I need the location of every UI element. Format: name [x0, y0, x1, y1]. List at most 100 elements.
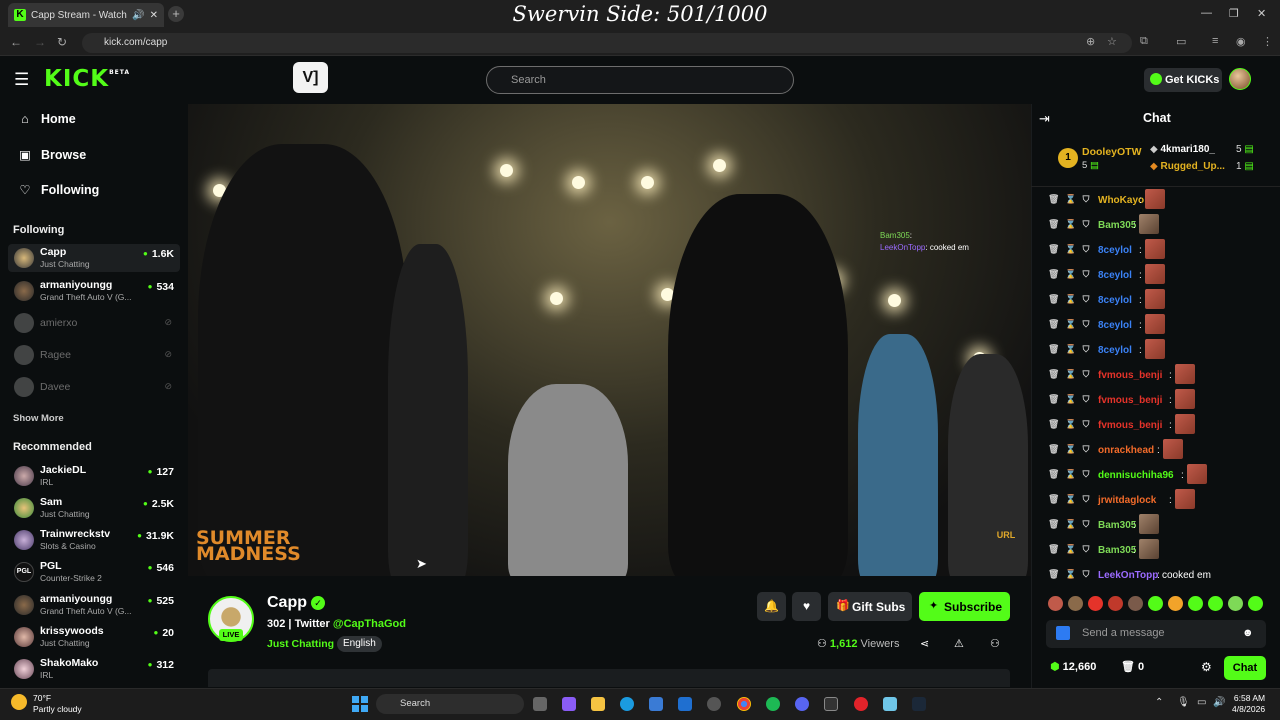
microphone-icon[interactable]: 🎙 [1177, 697, 1190, 708]
show-more-link[interactable]: Show More [13, 413, 64, 424]
moderation-icons[interactable]: 🗑⌛⛉ [1048, 544, 1095, 555]
quick-emote[interactable] [1188, 596, 1203, 611]
chat-username[interactable]: Bam305 [1098, 520, 1136, 531]
cast-icon[interactable]: ▭ [1176, 35, 1186, 48]
quick-emote[interactable] [1148, 596, 1163, 611]
tab-close-icon[interactable]: ✕ [150, 10, 158, 21]
kick-logo[interactable]: KICKBETA [44, 66, 130, 92]
media-icon[interactable]: ≡ [1212, 35, 1218, 47]
quick-emote[interactable] [1088, 596, 1103, 611]
emoji-picker-icon[interactable]: ☻ [1242, 627, 1254, 639]
bookmark-star-icon[interactable]: ☆ [1107, 35, 1117, 48]
share-icon[interactable]: ⋖ [920, 637, 929, 650]
language-tag[interactable]: English [337, 636, 382, 652]
leader-3-name[interactable]: ◆ Rugged_Up... [1150, 161, 1225, 172]
profile-icon[interactable]: ◉ [1236, 35, 1246, 48]
tray-overflow-icon[interactable]: ⌃ [1155, 697, 1163, 708]
sidebar-channel-sam[interactable]: Sam Just Chatting 2.5K [8, 494, 180, 522]
sidebar-channel-ragee[interactable]: Ragee ⊘ [8, 341, 180, 369]
chat-emote[interactable] [1145, 314, 1165, 334]
moderation-icons[interactable]: 🗑⌛⛉ [1048, 369, 1095, 380]
maximize-icon[interactable]: ❐ [1229, 7, 1239, 20]
chat-username[interactable]: WhoKayo [1098, 195, 1144, 206]
chat-settings-gear-icon[interactable]: ⚙ [1201, 660, 1212, 674]
chat-username[interactable]: 8ceylol [1098, 295, 1132, 306]
start-button[interactable] [352, 696, 368, 712]
sidebar-channel-shakomako[interactable]: ShakoMako IRL 312 [8, 655, 180, 683]
new-tab-button[interactable]: + [168, 6, 184, 22]
tab-audio-icon[interactable]: 🔊 [132, 10, 144, 21]
forward-icon[interactable]: → [34, 35, 46, 49]
chrome-icon[interactable] [737, 697, 751, 711]
leader-1-name[interactable]: DooleyOTW [1082, 146, 1142, 158]
quick-emote[interactable] [1068, 596, 1083, 611]
sidebar-channel-amierxo[interactable]: amierxo ⊘ [8, 309, 180, 337]
add-user-icon[interactable]: ⚇ [990, 637, 1000, 650]
opera-icon[interactable] [854, 697, 868, 711]
chat-emote[interactable] [1145, 289, 1165, 309]
chat-emote[interactable] [1175, 414, 1195, 434]
quick-emote[interactable] [1208, 596, 1223, 611]
sidebar-channel-krissywoods[interactable]: krissywoods Just Chatting 20 [8, 623, 180, 651]
chat-username[interactable]: 8ceylol [1098, 245, 1132, 256]
volume-icon[interactable]: 🔊 [1213, 697, 1225, 708]
sidebar-channel-trainwreckstv[interactable]: Trainwreckstv Slots & Casino 31.9K [8, 526, 180, 554]
outlook-icon[interactable] [678, 697, 692, 711]
category-link[interactable]: Just Chatting [267, 638, 334, 650]
minimize-icon[interactable]: — [1201, 7, 1212, 19]
chat-username[interactable]: fvmous_benji [1098, 420, 1162, 431]
chat-username[interactable]: fvmous_benji [1098, 395, 1162, 406]
settings-app-icon[interactable] [707, 697, 721, 711]
collapse-chat-icon[interactable]: ⇥ [1039, 111, 1050, 127]
sidebar-channel-armaniyoungg[interactable]: armaniyoungg Grand Theft Auto V (G... 53… [8, 277, 180, 305]
quick-emote[interactable] [1128, 596, 1143, 611]
chat-username[interactable]: dennisuchiha96 [1098, 470, 1174, 481]
reload-icon[interactable]: ↻ [57, 35, 67, 49]
url-field[interactable]: kick.com/capp [82, 33, 1132, 53]
chat-send-button[interactable]: Chat [1224, 656, 1266, 680]
quick-emote[interactable] [1168, 596, 1183, 611]
moderation-icons[interactable]: 🗑⌛⛉ [1048, 344, 1095, 355]
chat-emote[interactable] [1175, 489, 1195, 509]
moderation-icons[interactable]: 🗑⌛⛉ [1048, 444, 1095, 455]
sidebar-channel-armaniyoungg-rec[interactable]: armaniyoungg Grand Theft Auto V (G... 52… [8, 591, 180, 619]
chat-username[interactable]: 8ceylol [1098, 270, 1132, 281]
edge-icon[interactable] [620, 697, 634, 711]
chat-message-input[interactable]: Send a message [1046, 620, 1266, 648]
moderation-icons[interactable]: 🗑⌛⛉ [1048, 244, 1095, 255]
vod-logo-button[interactable]: V] [293, 62, 328, 93]
chat-emote[interactable] [1145, 239, 1165, 259]
notepad-icon[interactable] [883, 697, 897, 711]
back-icon[interactable]: ← [10, 35, 22, 49]
chat-emote[interactable] [1145, 264, 1165, 284]
chat-username[interactable]: Bam305 [1098, 545, 1136, 556]
task-view-icon[interactable] [533, 697, 547, 711]
follow-heart-button[interactable]: ♥ [792, 592, 821, 621]
close-window-icon[interactable]: ✕ [1257, 7, 1266, 20]
menu-dots-icon[interactable]: ⋮ [1262, 35, 1273, 48]
nav-following[interactable]: ♡ Following [17, 182, 99, 197]
user-avatar[interactable] [1229, 68, 1251, 90]
weather-widget[interactable]: 70°F Partly cloudy [33, 693, 82, 715]
chat-username[interactable]: 8ceylol [1098, 320, 1132, 331]
moderation-icons[interactable]: 🗑⌛⛉ [1048, 469, 1095, 480]
quick-emote[interactable] [1108, 596, 1123, 611]
moderation-icons[interactable]: 🗑⌛⛉ [1048, 319, 1095, 330]
twitter-handle-link[interactable]: @CapThaGod [333, 618, 406, 630]
weather-icon[interactable] [11, 694, 27, 710]
chat-identity-icon[interactable] [1056, 626, 1070, 640]
extensions-icon[interactable]: ⧉ [1140, 35, 1148, 48]
network-icon[interactable]: ▭ [1197, 697, 1206, 708]
moderation-icons[interactable]: 🗑⌛⛉ [1048, 194, 1095, 205]
moderation-icons[interactable]: 🗑⌛⛉ [1048, 419, 1095, 430]
drops-count[interactable]: 🗑 0 [1121, 660, 1144, 673]
discord-icon[interactable] [795, 697, 809, 711]
chat-username[interactable]: LeekOnTopp [1098, 570, 1158, 581]
copilot-icon[interactable] [562, 697, 576, 711]
sidebar-channel-capp[interactable]: Capp Just Chatting 1.6K [8, 244, 180, 272]
chat-emote[interactable] [1175, 389, 1195, 409]
moderation-icons[interactable]: 🗑⌛⛉ [1048, 269, 1095, 280]
chat-emote[interactable] [1175, 364, 1195, 384]
chat-emote[interactable] [1163, 439, 1183, 459]
quick-emote[interactable] [1228, 596, 1243, 611]
